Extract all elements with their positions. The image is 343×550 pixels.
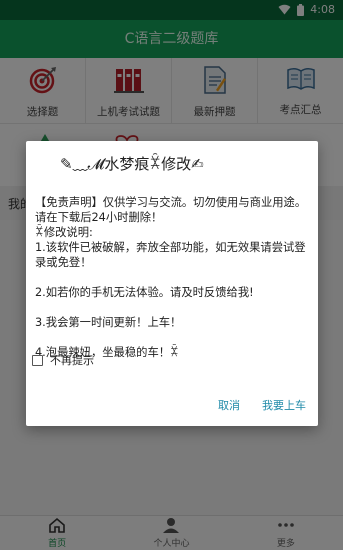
dialog-line: 1.该软件已被破解，奔放全部功能，如无效果请尝试登录或免登！ [35,241,306,269]
dont-show-again-checkbox[interactable]: 不再提示 [32,352,94,368]
checkbox-box[interactable] [32,354,43,366]
disclaimer-dialog: ✎﹏𝓜水梦痕ꁾ修改✍ 【免责声明】仅供学习与交流。切勿使用与商业用途。请在下载后… [26,141,318,426]
confirm-button[interactable]: 我要上车 [262,397,306,413]
dialog-title: ✎﹏𝓜水梦痕ꁾ修改✍ [60,155,204,173]
dialog-actions: 取消 我要上车 [218,397,306,413]
cancel-button[interactable]: 取消 [218,397,240,413]
dialog-line: ꁾ修改说明: [35,226,93,239]
dialog-message: 【免责声明】仅供学习与交流。切勿使用与商业用途。请在下载后24小时删除！ ꁾ修改… [35,195,315,360]
dialog-spacer [35,300,315,315]
dialog-spacer [35,330,315,345]
dialog-line: 2.如若你的手机无法体验。请及时反馈给我! [35,286,254,299]
dialog-line: 【免责声明】仅供学习与交流。切勿使用与商业用途。请在下载后24小时删除！ [35,196,307,224]
dialog-line: 3.我会第一时间更新！上车！ [35,316,182,329]
checkbox-label: 不再提示 [50,354,94,367]
dialog-spacer [35,270,315,285]
